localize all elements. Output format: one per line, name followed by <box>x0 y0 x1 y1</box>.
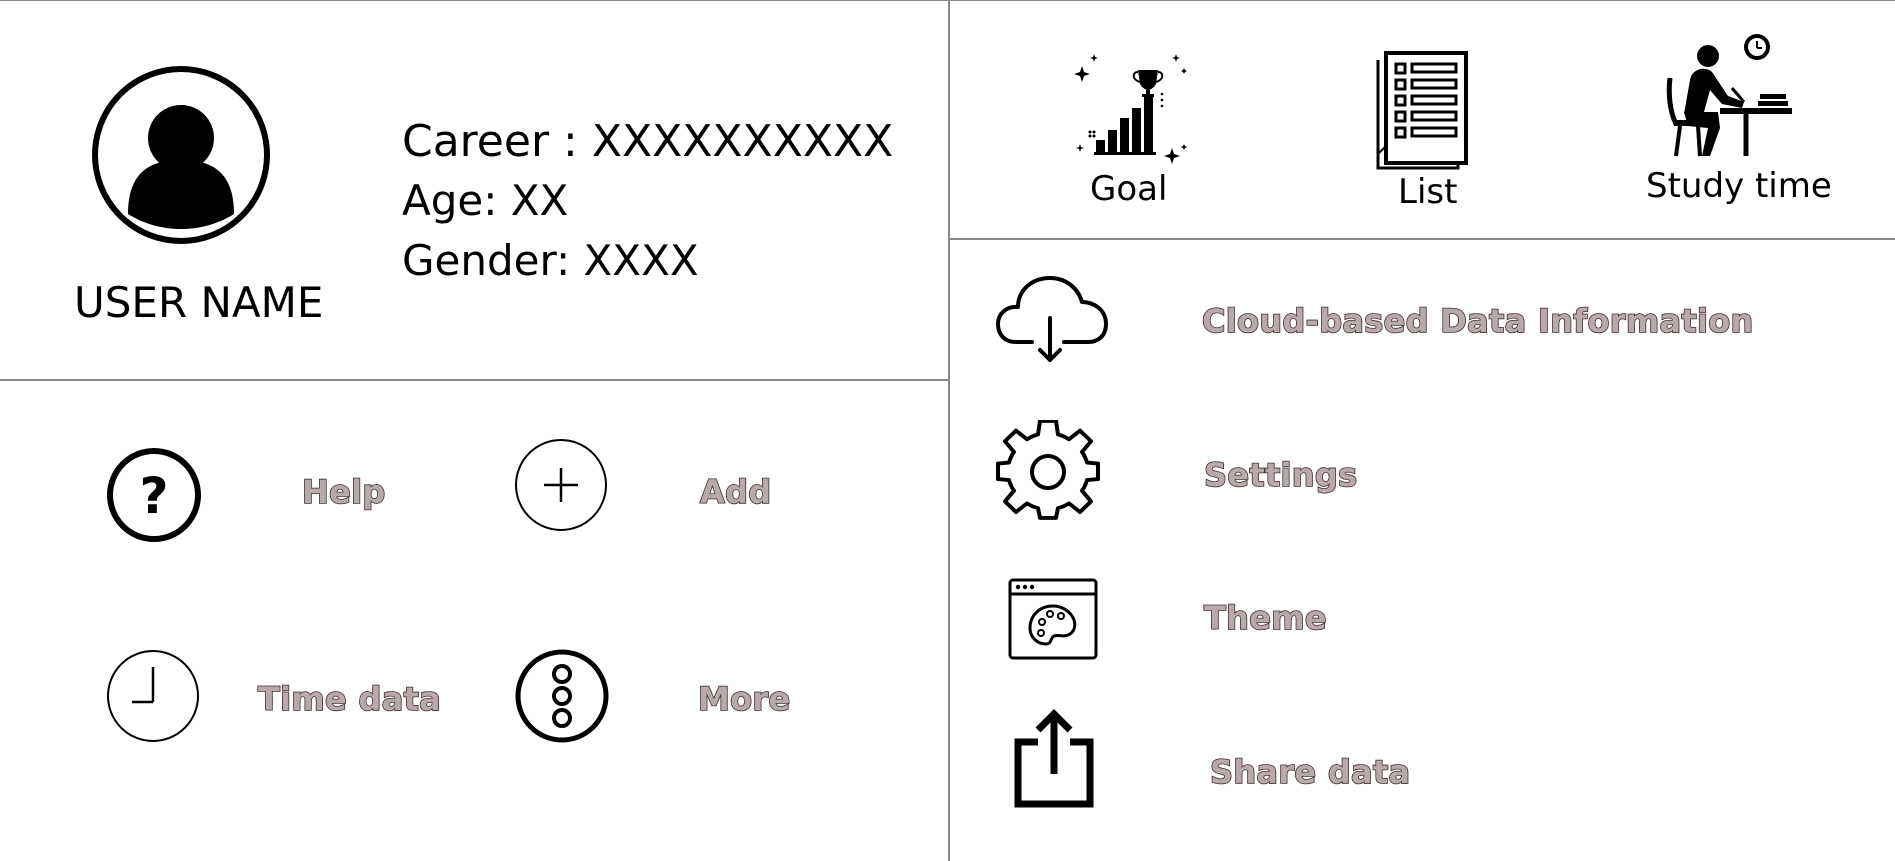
help-button[interactable]: ? <box>106 447 202 543</box>
share-data-label[interactable]: Share data <box>1209 752 1411 792</box>
help-label[interactable]: Help <box>301 472 386 512</box>
studying-person-icon <box>1666 34 1792 157</box>
user-name: USER NAME <box>74 278 324 327</box>
left-horizontal-divider <box>0 379 948 381</box>
top-border-right <box>950 0 1895 1</box>
goal-button[interactable] <box>1070 48 1190 172</box>
career-field: Career : XXXXXXXXXX <box>402 116 894 167</box>
menu-item-cloud-data[interactable] <box>996 272 1112 368</box>
add-label[interactable]: Add <box>699 472 772 512</box>
avatar[interactable] <box>90 64 272 246</box>
checklist-icon <box>1376 51 1468 170</box>
more-vertical-icon <box>515 649 609 743</box>
add-button[interactable] <box>514 438 608 532</box>
menu-item-theme[interactable] <box>1008 578 1098 660</box>
time-data-button[interactable] <box>106 649 200 743</box>
clock-icon <box>107 650 199 742</box>
top-border-left <box>0 0 948 1</box>
user-avatar-icon <box>92 66 270 244</box>
trophy-growth-icon <box>1074 54 1187 164</box>
study-time-label[interactable]: Study time <box>1646 166 1832 206</box>
menu-item-share[interactable] <box>1012 708 1096 808</box>
menu-item-settings[interactable] <box>996 420 1100 524</box>
more-button[interactable] <box>514 648 610 744</box>
cloud-data-label[interactable]: Cloud-based Data Information <box>1201 301 1754 341</box>
more-label[interactable]: More <box>697 679 791 719</box>
help-circle-icon: ? <box>107 448 201 542</box>
gender-field: Gender: XXXX <box>402 236 699 285</box>
palette-window-icon <box>1008 578 1098 660</box>
time-data-label[interactable]: Time data <box>257 679 441 719</box>
list-button[interactable] <box>1374 50 1472 172</box>
settings-label[interactable]: Settings <box>1203 455 1358 495</box>
theme-label[interactable]: Theme <box>1203 598 1327 638</box>
gear-icon <box>996 420 1100 520</box>
age-field: Age: XX <box>402 176 569 225</box>
plus-circle-icon <box>515 439 607 531</box>
goal-label[interactable]: Goal <box>1090 169 1167 209</box>
cloud-download-icon <box>996 276 1108 362</box>
svg-text:?: ? <box>139 467 168 525</box>
vertical-divider <box>948 0 950 861</box>
list-label[interactable]: List <box>1398 172 1457 212</box>
share-icon <box>1014 709 1094 808</box>
study-time-button[interactable] <box>1662 32 1794 160</box>
right-horizontal-divider <box>950 238 1895 240</box>
